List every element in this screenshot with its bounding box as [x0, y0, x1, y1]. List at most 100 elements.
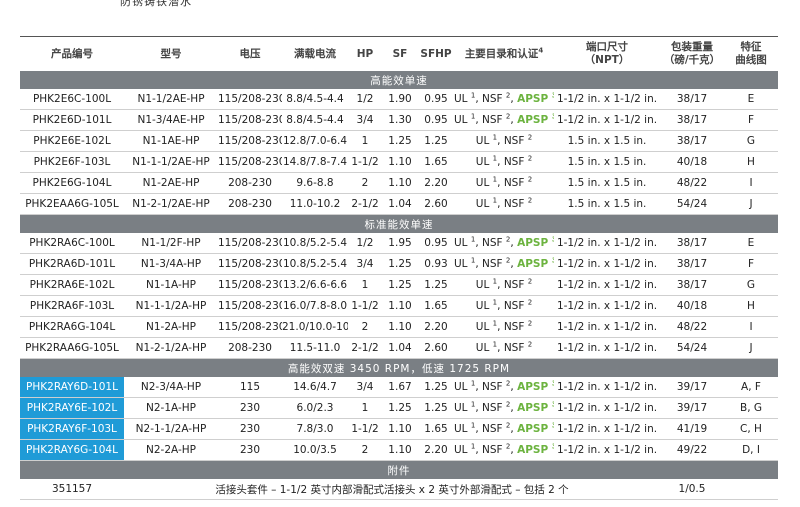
footnote-mark: 1	[470, 421, 476, 430]
table-header-row: 产品编号 型号 电压 满载电流 HP SF SFHP 主要目录和认证4 端口尺寸 （NPT） 包装重…	[20, 36, 778, 71]
port-cell: 1-1/2 in. x 1-1/2 in.	[554, 295, 660, 317]
cert-cell: UL 1, NSF 2, APSP 3	[454, 233, 554, 254]
column-header: 端口尺寸 （NPT）	[554, 36, 660, 71]
footnote-mark: 1	[492, 340, 498, 349]
footnote-mark: 2	[527, 277, 533, 286]
apsp-label: APSP 3	[517, 422, 554, 435]
weight-cell: 40/18	[660, 295, 724, 317]
footnote-mark: 4	[538, 46, 544, 54]
weight-cell: 48/22	[660, 172, 724, 194]
accessory-curve	[724, 479, 778, 500]
amps-cell: 8.8/4.5-4.4	[282, 109, 348, 131]
model-cell: N1-1/2AE-HP	[124, 89, 218, 110]
weight-cell: 38/17	[660, 109, 724, 131]
amps-cell: 7.8/3.0	[282, 418, 348, 440]
hp-cell: 1	[348, 274, 382, 296]
curve-cell: I	[724, 316, 778, 338]
amps-cell: 10.0/3.5	[282, 439, 348, 461]
curve-cell: F	[724, 109, 778, 131]
port-cell: 1-1/2 in. x 1-1/2 in.	[554, 316, 660, 338]
footnote-mark: 1	[470, 112, 476, 121]
hp-cell: 1	[348, 397, 382, 419]
hp-cell: 1-1/2	[348, 151, 382, 173]
cert-cell: UL 1, NSF 2	[454, 151, 554, 173]
footnote-mark: 1	[470, 379, 476, 388]
table-row: PHK2RA6F-103L N1-1-1/2A-HP 115/208-230 16.0…	[20, 295, 778, 317]
column-header: 包装重量 （磅/千克）	[660, 36, 724, 71]
footnote-mark: 1	[470, 235, 476, 244]
part-number: PHK2RAY6D-101L	[20, 377, 124, 398]
curve-cell: G	[724, 274, 778, 296]
footnote-mark: 2	[505, 421, 511, 430]
amps-cell: 8.8/4.5-4.4	[282, 89, 348, 110]
table-row: PHK2RA6C-100L N1-1/2F-HP 115/208-230 10.8/5…	[20, 233, 778, 254]
section-title: 标准能效单速	[20, 214, 778, 233]
footnote-mark: 1	[470, 442, 476, 451]
sf-cell: 1.10	[382, 295, 418, 317]
weight-cell: 39/17	[660, 397, 724, 419]
footnote-mark: 1	[492, 154, 498, 163]
curve-cell: C, H	[724, 418, 778, 440]
amps-cell: 6.0/2.3	[282, 397, 348, 419]
cert-cell: UL 1, NSF 2, APSP 3	[454, 439, 554, 461]
model-cell: N2-2A-HP	[124, 439, 218, 461]
apsp-label: APSP 3	[517, 236, 554, 249]
footnote-mark: 1	[492, 277, 498, 286]
curve-cell: A, F	[724, 377, 778, 398]
footnote-mark: 2	[505, 400, 511, 409]
cert-cell: UL 1, NSF 2	[454, 130, 554, 152]
port-cell: 1-1/2 in. x 1-1/2 in.	[554, 109, 660, 131]
weight-cell: 48/22	[660, 316, 724, 338]
apsp-label: APSP 3	[517, 92, 554, 105]
port-cell: 1-1/2 in. x 1-1/2 in.	[554, 439, 660, 461]
amps-cell: 10.8/5.2-5.4	[282, 233, 348, 254]
part-number: PHK2E6G-104L	[20, 172, 124, 194]
cert-cell: UL 1, NSF 2	[454, 274, 554, 296]
footnote-mark: 3	[552, 92, 554, 100]
table-row: PHK2E6F-103L N1-1-1/2AE-HP 115/208-230 14.8…	[20, 151, 778, 173]
sfhp-cell: 1.25	[418, 274, 454, 296]
curve-cell: F	[724, 253, 778, 275]
amps-cell: 13.2/6.6-6.6	[282, 274, 348, 296]
cert-cell: UL 1, NSF 2	[454, 295, 554, 317]
curve-cell: E	[724, 233, 778, 254]
cert-cell: UL 1, NSF 2, APSP 3	[454, 253, 554, 275]
voltage-cell: 115/208-230	[218, 151, 282, 173]
table-row: PHK2RAY6E-102L N2-1A-HP 230 6.0/2.3 1 1.25 1.2…	[20, 397, 778, 419]
port-cell: 1.5 in. x 1.5 in.	[554, 172, 660, 194]
part-number: PHK2E6D-101L	[20, 109, 124, 131]
port-cell: 1-1/2 in. x 1-1/2 in.	[554, 418, 660, 440]
part-number: PHK2RAY6E-102L	[20, 397, 124, 419]
port-cell: 1.5 in. x 1.5 in.	[554, 151, 660, 173]
voltage-cell: 115/208-230	[218, 130, 282, 152]
footnote-mark: 2	[527, 175, 533, 184]
apsp-label: APSP 3	[517, 401, 554, 414]
part-number: PHK2RA6F-103L	[20, 295, 124, 317]
weight-cell: 54/24	[660, 193, 724, 215]
voltage-cell: 115/208-230	[218, 274, 282, 296]
model-cell: N1-2-1/2AE-HP	[124, 193, 218, 215]
port-cell: 1.5 in. x 1.5 in.	[554, 193, 660, 215]
hp-cell: 1-1/2	[348, 295, 382, 317]
sf-cell: 1.10	[382, 316, 418, 338]
model-cell: N2-1-1/2A-HP	[124, 418, 218, 440]
sfhp-cell: 1.65	[418, 151, 454, 173]
sfhp-cell: 0.95	[418, 233, 454, 254]
footnote-mark: 3	[552, 257, 554, 265]
model-cell: N2-1A-HP	[124, 397, 218, 419]
footnote-mark: 2	[527, 154, 533, 163]
sf-cell: 1.30	[382, 109, 418, 131]
sfhp-cell: 2.60	[418, 193, 454, 215]
accessories-title: 附件	[20, 460, 778, 479]
weight-cell: 38/17	[660, 233, 724, 254]
sf-cell: 1.25	[382, 274, 418, 296]
hp-cell: 2	[348, 172, 382, 194]
amps-cell: 11.0-10.2	[282, 193, 348, 215]
sfhp-cell: 2.20	[418, 172, 454, 194]
sf-cell: 1.25	[382, 130, 418, 152]
column-header: 特征 曲线图	[724, 36, 778, 71]
product-spec-table: 产品编号 型号 电压 满载电流 HP SF SFHP 主要目录和认证4 端口尺寸 （NPT） 包装重…	[20, 36, 778, 500]
footnote-mark: 2	[505, 442, 511, 451]
footnote-mark: 3	[552, 113, 554, 121]
sfhp-cell: 1.25	[418, 397, 454, 419]
